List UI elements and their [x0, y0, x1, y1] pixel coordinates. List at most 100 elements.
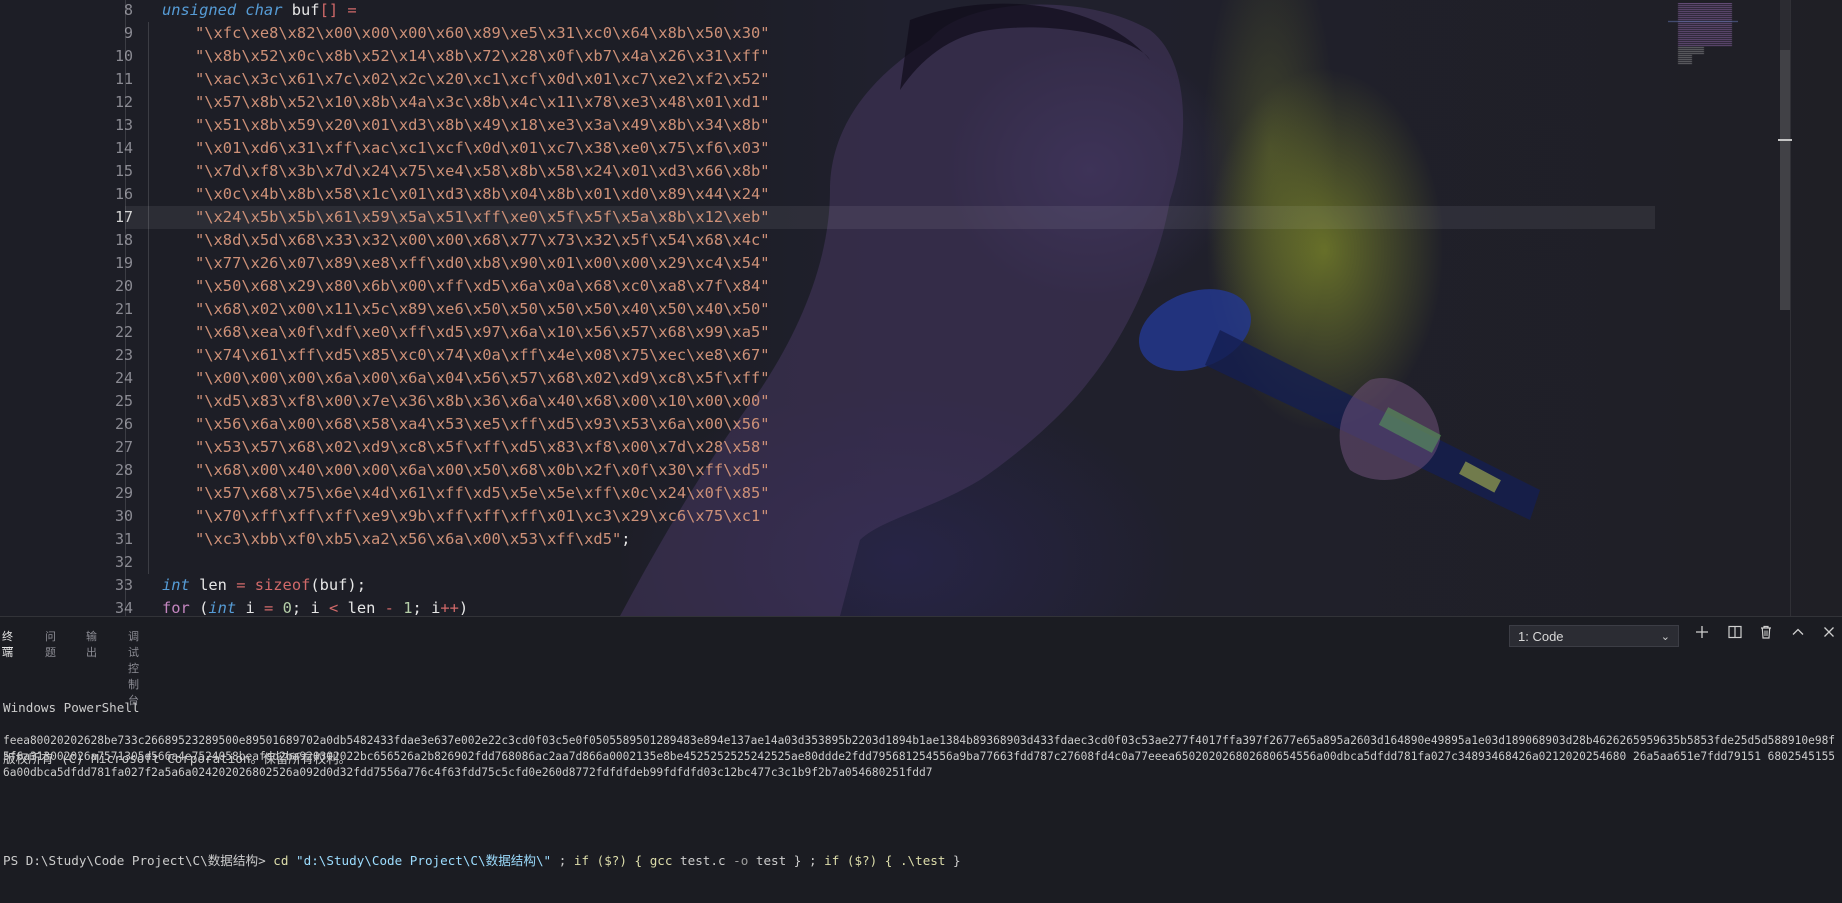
string-literal: "\x01\xd6\x31\xff\xac\xc1\xcf\x0d\x01\xc… — [195, 138, 770, 157]
overview-ruler-cursor-mark — [1778, 139, 1792, 141]
cmd-gcc-opt: -o — [733, 853, 749, 868]
tab-output[interactable]: 输出 — [86, 628, 97, 660]
identifier: len — [347, 598, 376, 617]
line-number: 13 — [114, 115, 133, 134]
terminal-select-value: 1: Code — [1518, 629, 1564, 644]
string-literal: "\x77\x26\x07\x89\xe8\xff\xd0\xb8\x90\x0… — [195, 253, 770, 272]
chevron-down-icon: ⌄ — [1660, 631, 1670, 643]
operator: = — [236, 575, 246, 594]
code-line: "\xc3\xbb\xf0\xb5\xa2\x56\x6a\x00\x53\xf… — [195, 528, 631, 551]
line-number: 26 — [114, 414, 133, 433]
code-line: "\x56\x6a\x00\x68\x58\xa4\x53\xe5\xff\xd… — [195, 413, 770, 436]
indent-guide — [148, 21, 149, 574]
cmd-if: if ($?) { — [573, 853, 650, 868]
identifier: i — [310, 598, 320, 617]
line-number: 18 — [114, 230, 133, 249]
string-literal: "\x57\x68\x75\x6e\x4d\x61\xff\xd5\x5e\x5… — [195, 483, 770, 502]
line-number: 11 — [114, 69, 133, 88]
code-line: "\x68\xea\x0f\xdf\xe0\xff\xd5\x97\x6a\x1… — [195, 321, 770, 344]
line-number-gutter: 8 9 10 11 12 13 14 15 16 17 18 19 20 21 22 23 24 25 26 27 28… — [0, 0, 135, 617]
line-number: 8 — [123, 0, 133, 19]
string-literal: "\x68\x00\x40\x00\x00\x6a\x00\x50\x68\x0… — [195, 460, 770, 479]
paren: ( — [199, 598, 209, 617]
code-line: "\x8d\x5d\x68\x33\x32\x00\x00\x68\x77\x7… — [195, 229, 770, 252]
line-number: 22 — [114, 322, 133, 341]
code-line: "\x68\x00\x40\x00\x00\x6a\x00\x50\x68\x0… — [195, 459, 770, 482]
line-number: 28 — [114, 460, 133, 479]
plus-icon[interactable] — [1692, 625, 1712, 645]
line-number: 29 — [114, 483, 133, 502]
code-line: "\x53\x57\x68\x02\xd9\xc8\x5f\xff\xd5\x8… — [195, 436, 770, 459]
code-line: "\x77\x26\x07\x89\xe8\xff\xd0\xb8\x90\x0… — [195, 252, 770, 275]
terminal-select-dropdown[interactable]: 1: Code ⌄ — [1509, 625, 1679, 647]
operator: < — [329, 598, 339, 617]
terminal-program-output: feea80020202628be733c26689523289500e8950… — [3, 734, 1836, 779]
line-number: 19 — [114, 253, 133, 272]
operator: = — [347, 0, 357, 19]
operator: = — [264, 598, 274, 617]
close-icon[interactable] — [1819, 625, 1839, 645]
identifier: buf — [291, 0, 320, 19]
terminal-line: Windows PowerShell — [3, 700, 140, 715]
line-number: 34 — [114, 598, 133, 617]
overview-ruler — [1790, 0, 1791, 616]
string-literal: "\xc3\xbb\xf0\xb5\xa2\x56\x6a\x00\x53\xf… — [195, 529, 622, 548]
trash-icon[interactable] — [1756, 625, 1776, 645]
line-number: 32 — [114, 552, 133, 571]
code-line: "\x8b\x52\x0c\x8b\x52\x14\x8b\x72\x28\x0… — [195, 45, 770, 68]
cmd-gcc-args: test.c — [672, 853, 734, 868]
string-literal: "\x74\x61\xff\xd5\x85\xc0\x74\x0a\xff\x4… — [195, 345, 770, 364]
indent-guide — [125, 0, 126, 616]
line-number: 10 — [114, 46, 133, 65]
argument: (buf); — [310, 575, 366, 594]
minimap[interactable] — [1668, 3, 1738, 65]
keyword-type: unsigned char — [162, 0, 283, 19]
code-editor[interactable]: 8 9 10 11 12 13 14 15 16 17 18 19 20 21 22 23 24 25 26 27 28… — [0, 0, 1842, 616]
string-literal: "\x8d\x5d\x68\x33\x32\x00\x00\x68\x77\x7… — [195, 230, 770, 249]
string-literal: "\x0c\x4b\x8b\x58\x1c\x01\xd3\x8b\x04\x8… — [195, 184, 770, 203]
string-literal: "\x8b\x52\x0c\x8b\x52\x14\x8b\x72\x28\x0… — [195, 46, 770, 65]
code-line: "\x70\xff\xff\xff\xe9\x9b\xff\xff\xff\x0… — [195, 505, 770, 528]
split-icon[interactable] — [1725, 625, 1745, 645]
keyword-type: int — [208, 598, 237, 617]
tab-terminal[interactable]: 终端 — [2, 628, 13, 660]
string-literal: "\x57\x8b\x52\x10\x8b\x4a\x3c\x8b\x4c\x1… — [195, 92, 770, 111]
string-literal: "\x68\xea\x0f\xdf\xe0\xff\xd5\x97\x6a\x1… — [195, 322, 770, 341]
code-line: "\xac\x3c\x61\x7c\x02\x2c\x20\xc1\xcf\x0… — [195, 68, 770, 91]
line-number: 15 — [114, 161, 133, 180]
code-line: "\x7d\xf8\x3b\x7d\x24\x75\xe4\x58\x8b\x5… — [195, 160, 770, 183]
string-literal: "\x00\x00\x00\x6a\x00\x6a\x04\x56\x57\x6… — [195, 368, 770, 387]
terminal-output[interactable]: Windows PowerShell 版权所有 (C) Microsoft Co… — [3, 665, 1838, 903]
line-number: 33 — [114, 575, 133, 594]
function-name: sizeof — [254, 575, 311, 594]
semicolon: ; — [291, 598, 302, 617]
cmd-end: } — [945, 853, 961, 868]
code-line: "\x57\x68\x75\x6e\x4d\x61\xff\xd5\x5e\x5… — [195, 482, 770, 505]
code-line: "\x00\x00\x00\x6a\x00\x6a\x04\x56\x57\x6… — [195, 367, 770, 390]
editor-scrollbar-thumb[interactable] — [1780, 50, 1790, 310]
identifier: i — [245, 598, 255, 617]
chevron-up-icon[interactable] — [1788, 625, 1808, 645]
string-literal: "\x50\x68\x29\x80\x6b\x00\xff\xd5\x6a\x0… — [195, 276, 770, 295]
code-line: for (int i = 0; i < len - 1; i++) — [162, 597, 468, 617]
keyword: for — [162, 598, 190, 617]
code-line: "\x50\x68\x29\x80\x6b\x00\xff\xd5\x6a\x0… — [195, 275, 770, 298]
identifier: len — [199, 575, 227, 594]
line-number: 14 — [114, 138, 133, 157]
string-literal: "\x70\xff\xff\xff\xe9\x9b\xff\xff\xff\x0… — [195, 506, 770, 525]
code-line: "\xfc\xe8\x82\x00\x00\x00\x60\x89\xe5\x3… — [195, 22, 770, 45]
tab-problems[interactable]: 问题 — [45, 628, 56, 660]
line-number: 24 — [114, 368, 133, 387]
code-area[interactable]: unsigned char buf[] = "\xfc\xe8\x82\x00\x… — [135, 0, 1842, 617]
cmd-if-2: if ($?) { — [824, 853, 900, 868]
cmd-run: .\test — [899, 853, 946, 868]
line-number: 21 — [114, 299, 133, 318]
line-number: 31 — [114, 529, 133, 548]
string-literal: "\x53\x57\x68\x02\xd9\xc8\x5f\xff\xd5\x8… — [195, 437, 770, 456]
code-line: "\x01\xd6\x31\xff\xac\xc1\xcf\x0d\x01\xc… — [195, 137, 770, 160]
brackets: [] — [319, 0, 339, 19]
cmd-cd: cd — [273, 853, 289, 868]
number: 1 — [403, 598, 413, 617]
line-number: 25 — [114, 391, 133, 410]
